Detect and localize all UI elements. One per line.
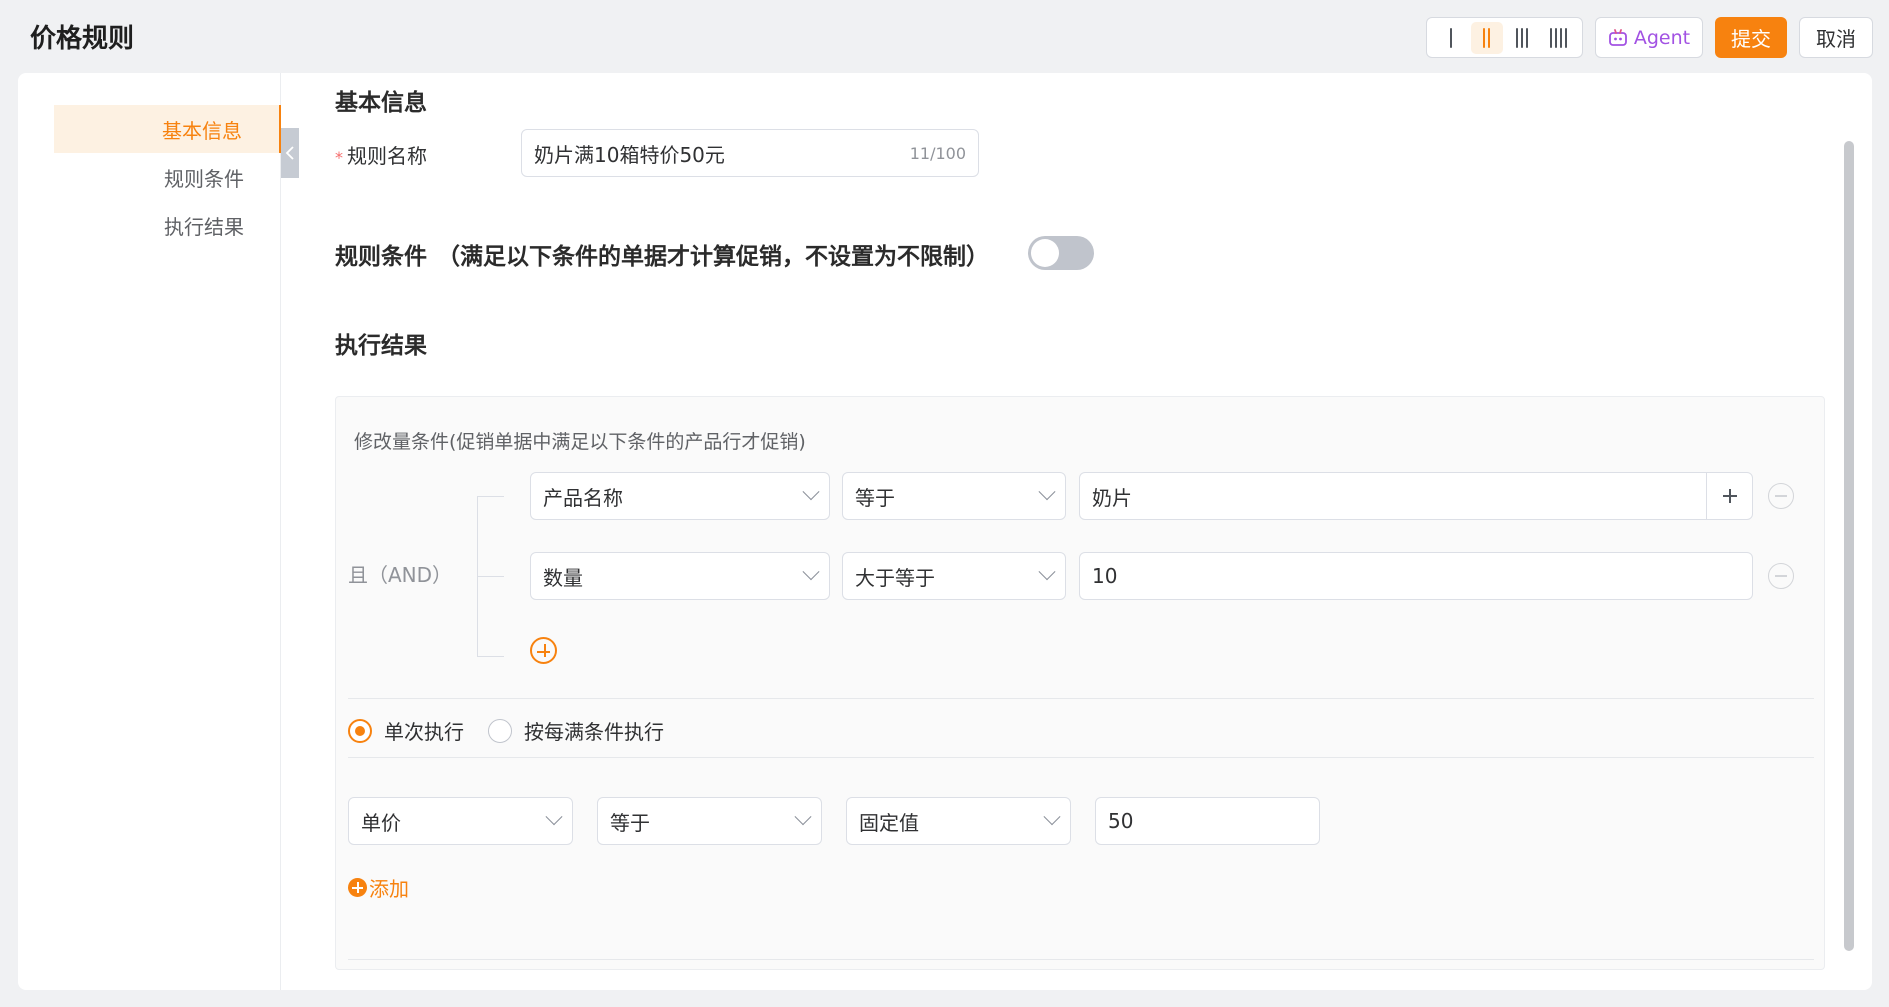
one-column-button[interactable]: [1435, 22, 1467, 54]
vertical-scrollbar[interactable]: [1844, 141, 1854, 951]
condition-field-select[interactable]: 数量: [530, 552, 830, 600]
agent-button[interactable]: Agent: [1595, 17, 1703, 58]
column-layout-switch: [1426, 17, 1583, 58]
rule-conditions-note: （满足以下条件的单据才计算促销，不设置为不限制）: [437, 244, 989, 270]
rule-conditions-title: 规则条件 （满足以下条件的单据才计算促销，不设置为不限制）: [335, 244, 989, 270]
plus-icon[interactable]: [1706, 473, 1752, 519]
rule-name-input[interactable]: 奶片满10箱特价50元 11/100: [521, 129, 979, 177]
chevron-down-icon: [545, 808, 563, 826]
rule-name-label: * 规则名称: [335, 144, 427, 168]
condition-operator-select[interactable]: 等于: [842, 472, 1066, 520]
chevron-down-icon: [1038, 483, 1056, 501]
nav-item-rule-conditions[interactable]: 规则条件: [54, 153, 281, 201]
exec-each-radio[interactable]: 按每满条件执行: [488, 716, 664, 745]
two-column-button[interactable]: [1470, 21, 1503, 54]
four-column-button[interactable]: [1542, 22, 1574, 54]
rule-name-value: 奶片满10箱特价50元: [534, 142, 725, 167]
exec-mode-group: 单次执行 按每满条件执行: [348, 716, 664, 745]
add-icon: [348, 878, 367, 897]
tree-branch: [477, 496, 504, 497]
three-column-button[interactable]: [1506, 22, 1538, 54]
required-mark: *: [335, 148, 343, 167]
chevron-down-icon: [1038, 563, 1056, 581]
action-type-select[interactable]: 固定值: [846, 797, 1071, 845]
condition-field-select[interactable]: 产品名称: [530, 472, 830, 520]
nav-item-basic-info[interactable]: 基本信息: [54, 105, 281, 153]
form-content: 基本信息 * 规则名称 奶片满10箱特价50元 11/100 规则条件 （满足以下条…: [281, 73, 1832, 990]
remove-condition-icon[interactable]: [1768, 563, 1794, 589]
quantity-condition-title: 修改量条件(促销单据中满足以下条件的产品行才促销): [354, 431, 806, 453]
action-value-input[interactable]: 50: [1095, 797, 1320, 845]
divider: [348, 757, 1814, 758]
submit-button[interactable]: 提交: [1715, 17, 1787, 58]
rule-conditions-toggle[interactable]: [1028, 236, 1094, 270]
agent-label: Agent: [1633, 26, 1691, 49]
action-field-select[interactable]: 单价: [348, 797, 573, 845]
condition-value-input[interactable]: 奶片: [1079, 472, 1753, 520]
divider: [348, 698, 1814, 699]
condition-value-input[interactable]: 10: [1079, 552, 1753, 600]
section-nav: 基本信息 规则条件 执行结果: [18, 73, 281, 990]
chevron-down-icon: [1043, 808, 1061, 826]
char-counter: 11/100: [909, 143, 966, 163]
robot-icon: [1608, 28, 1627, 46]
cancel-button[interactable]: 取消: [1799, 17, 1873, 58]
basic-info-title: 基本信息: [335, 90, 427, 116]
form-card: 基本信息 规则条件 执行结果 基本信息 * 规则名称 奶片满10箱特价50元 11…: [18, 73, 1872, 990]
top-actions: Agent 提交 取消: [1426, 17, 1873, 58]
logic-and-label: 且（AND）: [348, 563, 453, 587]
add-action-button[interactable]: 添加: [348, 873, 409, 902]
tree-branch: [477, 576, 504, 577]
remove-condition-icon[interactable]: [1768, 483, 1794, 509]
chevron-down-icon: [802, 483, 820, 501]
chevron-down-icon: [794, 808, 812, 826]
tree-branch: [477, 656, 504, 657]
nav-item-exec-result[interactable]: 执行结果: [54, 201, 281, 249]
divider: [348, 959, 1814, 960]
page-title: 价格规则: [30, 24, 135, 54]
add-condition-icon[interactable]: [530, 637, 557, 664]
condition-operator-select[interactable]: 大于等于: [842, 552, 1066, 600]
exec-result-title: 执行结果: [335, 333, 427, 359]
exec-once-radio[interactable]: 单次执行: [348, 716, 464, 745]
chevron-down-icon: [802, 563, 820, 581]
exec-result-box: 修改量条件(促销单据中满足以下条件的产品行才促销) 且（AND） 产品名称 等于…: [335, 396, 1825, 970]
action-operator-select[interactable]: 等于: [597, 797, 822, 845]
